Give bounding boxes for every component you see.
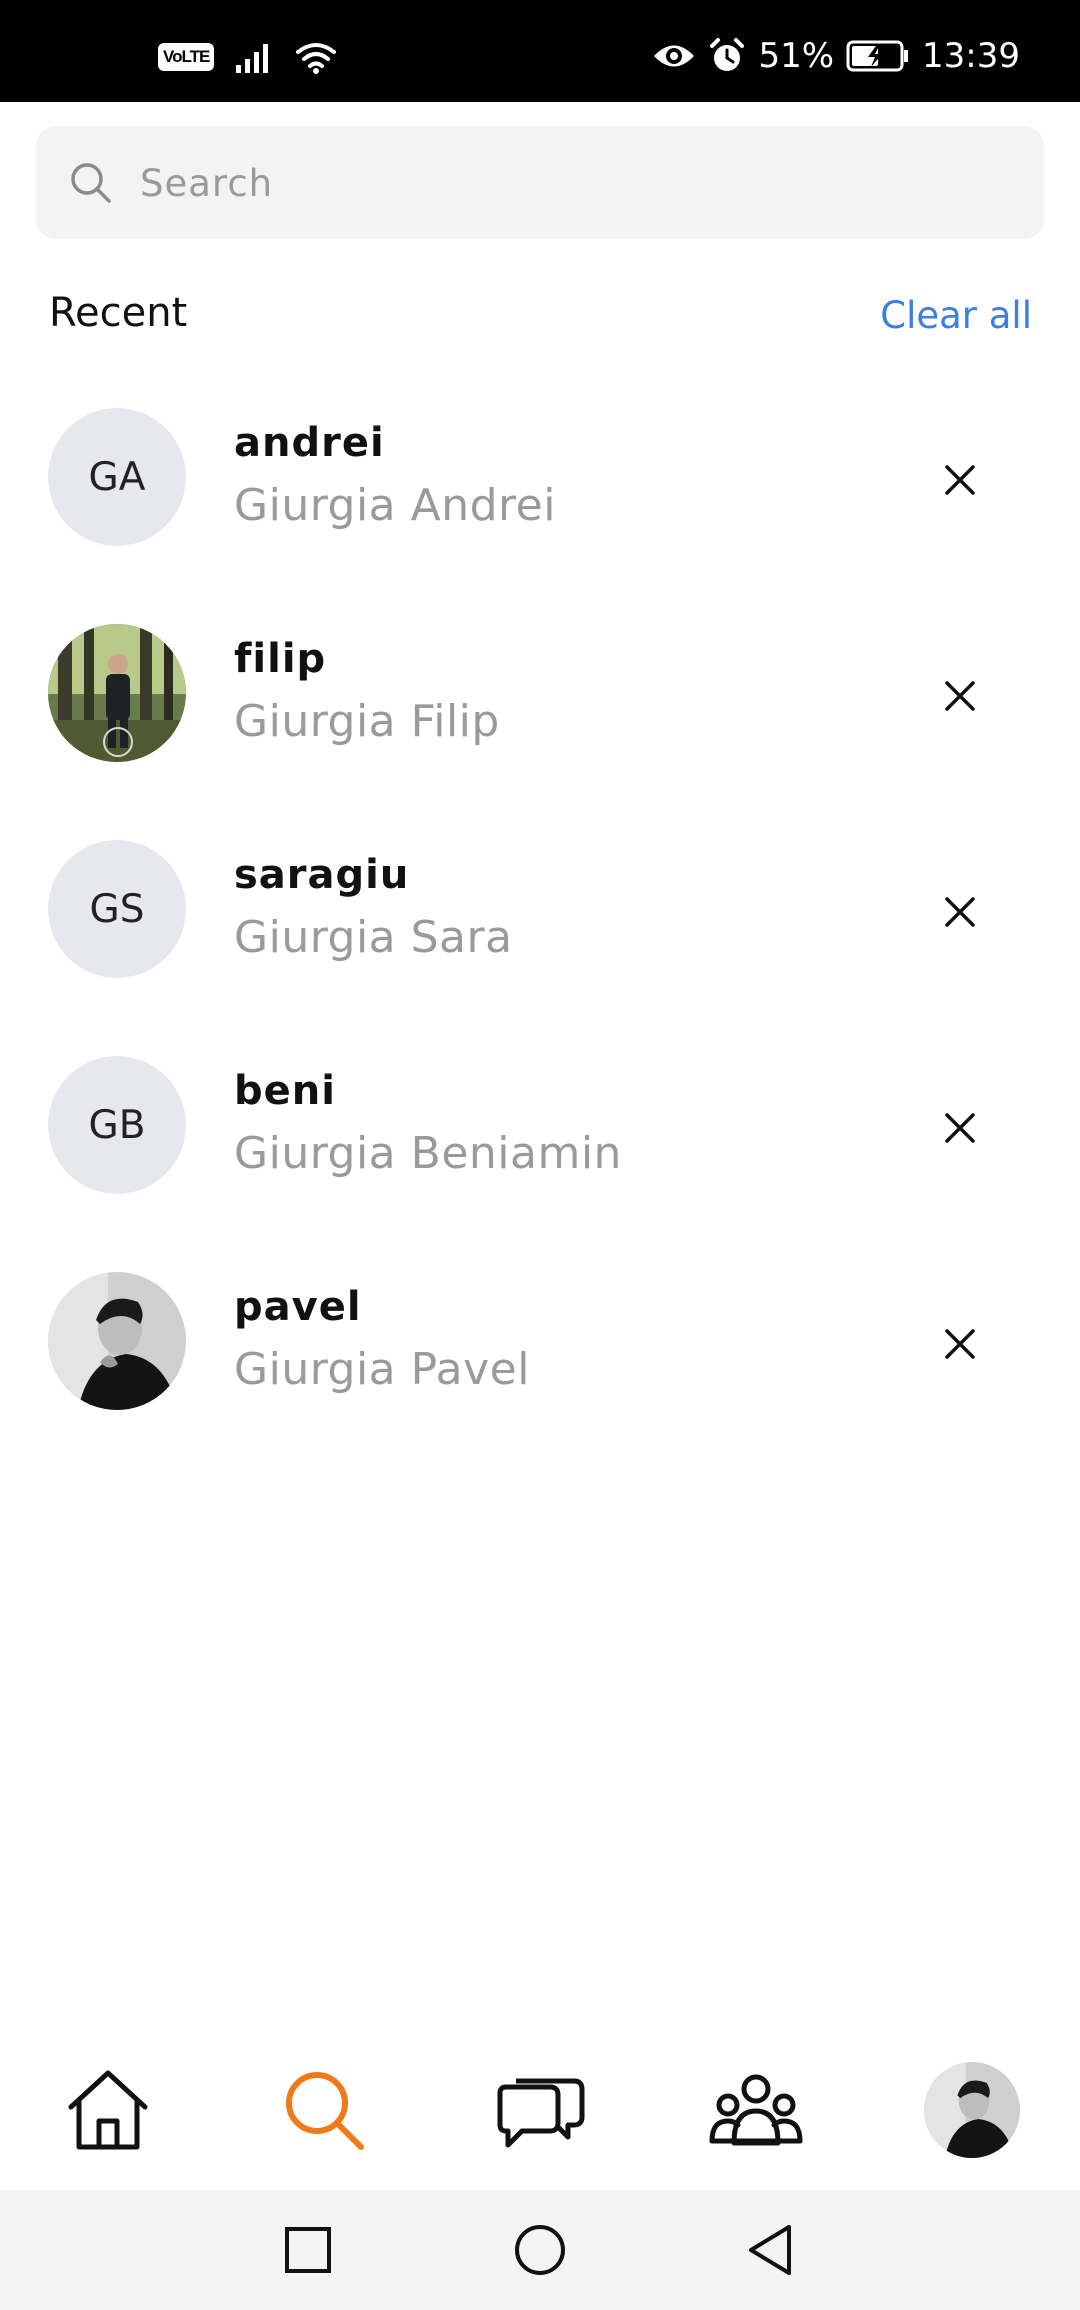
search-icon [286,2072,364,2150]
recent-item[interactable]: GB beni Giurgia Beniamin [0,1048,1080,1264]
clock-time: 13:39 [922,36,1020,76]
full-name: Giurgia Sara [234,912,513,963]
full-name: Giurgia Filip [234,696,500,747]
status-bar: VoLTE 51% 13:39 [0,0,1080,102]
remove-recent-button[interactable] [930,666,990,726]
back-triangle-icon [749,2225,791,2275]
full-name: Giurgia Pavel [234,1344,530,1395]
remove-recent-button[interactable] [930,882,990,942]
close-icon [945,681,975,711]
search-bar[interactable] [36,126,1044,241]
nav-messages[interactable] [480,2050,600,2170]
square-icon [285,2227,331,2273]
nav-home[interactable] [48,2050,168,2170]
home-button[interactable] [510,2220,570,2280]
remove-recent-button[interactable] [930,1098,990,1158]
battery-percent: 51% [758,36,835,76]
nav-profile[interactable] [912,2050,1032,2170]
remove-recent-button[interactable] [930,450,990,510]
avatar: GS [48,840,186,978]
clear-all-button[interactable]: Clear all [880,294,1032,337]
circle-icon [515,2225,565,2275]
back-button[interactable] [740,2220,800,2280]
avatar-photo [48,1272,186,1410]
avatar-initials: GA [88,454,146,500]
groups-icon [709,2074,803,2146]
alarm-icon [710,38,745,71]
chat-icon [497,2078,585,2148]
volte-badge: VoLTE [158,43,215,71]
battery-charging-icon [846,40,909,72]
avatar: GA [48,408,186,546]
close-icon [945,1113,975,1143]
nav-groups[interactable] [696,2050,816,2170]
status-right: 51% 13:39 [652,36,1020,76]
close-icon [945,897,975,927]
recent-item[interactable]: pavel Giurgia Pavel [0,1264,1080,1480]
signal-icon [236,44,269,73]
full-name: Giurgia Beniamin [234,1128,622,1179]
recent-item[interactable]: GA andrei Giurgia Andrei [0,400,1080,616]
avatar-initials: GB [88,1102,146,1148]
avatar-initials: GS [89,886,145,932]
recents-button[interactable] [278,2220,338,2280]
username: pavel [234,1284,362,1330]
avatar: GB [48,1056,186,1194]
forest-photo-avatar [48,624,186,762]
username: saragiu [234,852,410,898]
username: andrei [234,420,385,466]
full-name: Giurgia Andrei [234,480,556,531]
search-icon [71,163,111,203]
profile-photo-avatar [924,2062,1020,2158]
recent-list: GA andrei Giurgia Andrei filip Giurgia F… [0,400,1080,1480]
remove-recent-button[interactable] [930,1314,990,1374]
nav-search[interactable] [264,2050,384,2170]
recent-item[interactable]: filip Giurgia Filip [0,616,1080,832]
recent-item[interactable]: GS saragiu Giurgia Sara [0,832,1080,1048]
portrait-photo-avatar [48,1272,186,1410]
username: beni [234,1068,336,1114]
bottom-nav [0,2030,1080,2190]
close-icon [945,1329,975,1359]
system-nav-bar [0,2190,1080,2310]
home-icon [68,2070,148,2150]
status-left: VoLTE [158,40,338,74]
profile-avatar [924,2062,1020,2158]
close-icon [945,465,975,495]
avatar-photo [48,624,186,762]
search-input[interactable] [138,126,1022,241]
eye-icon [654,45,695,67]
username: filip [234,636,327,682]
recent-title: Recent [49,290,188,336]
wifi-icon [296,43,337,74]
